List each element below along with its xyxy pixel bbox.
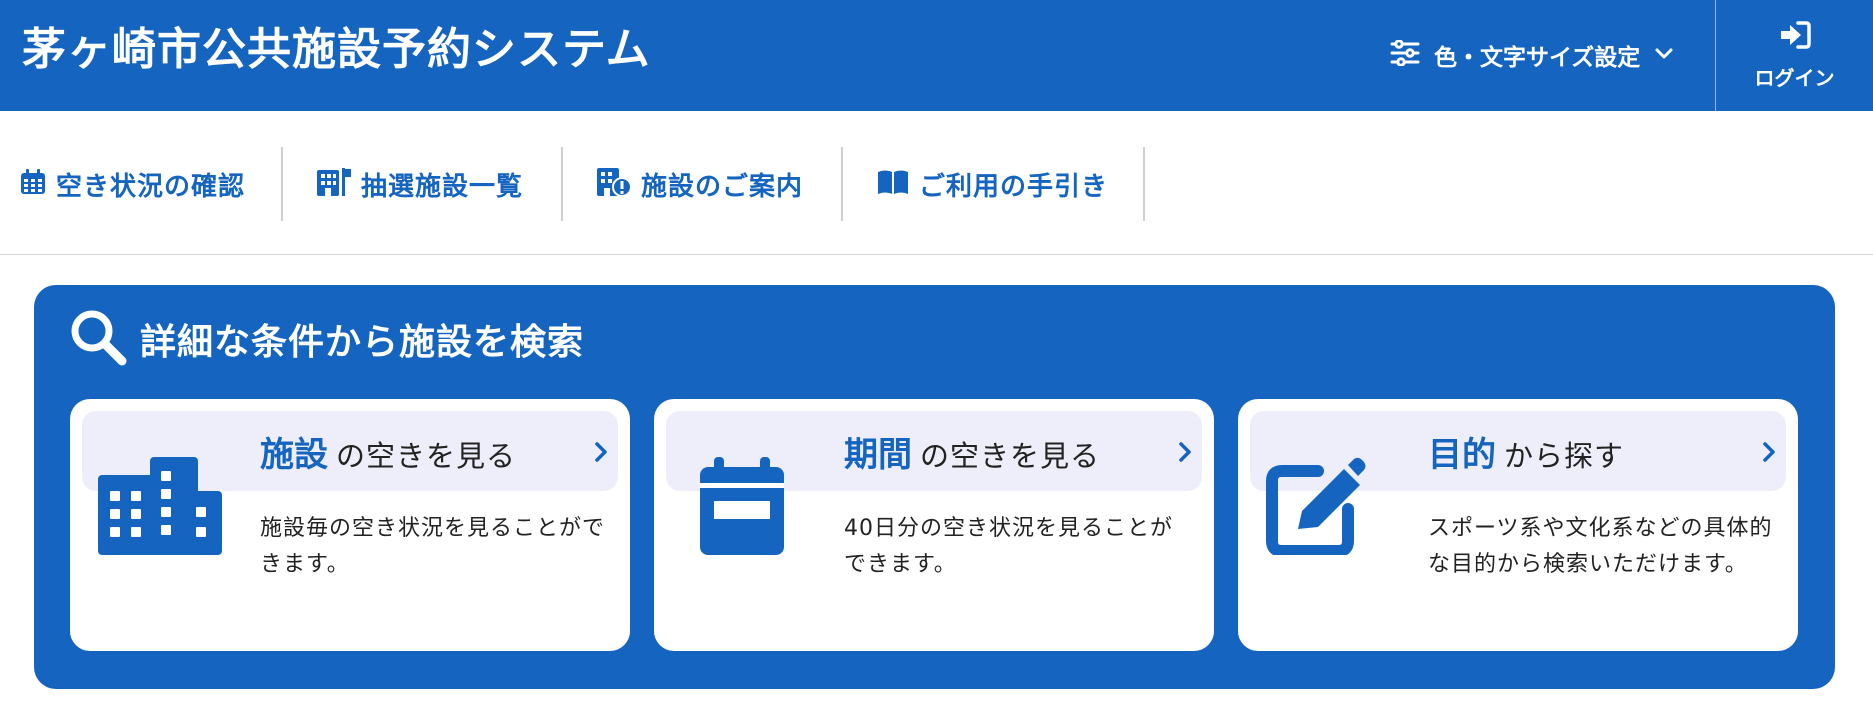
card-title-strong: 期間 (844, 435, 912, 475)
site-title[interactable]: 茅ヶ崎市公共施設予約システム (22, 22, 651, 78)
card-title-strong: 施設 (260, 435, 328, 475)
card-description: 施設毎の空き状況を見ることができます。 (260, 516, 606, 577)
card-description: スポーツ系や文化系などの具体的な目的から検索いただけます。 (1428, 516, 1773, 577)
calendar-icon (20, 169, 46, 199)
site-header: 茅ヶ崎市公共施設予約システム 色・文字サイズ設定 ログイン (0, 0, 1873, 111)
nav-item-facility-guide[interactable]: 施設のご案内 (597, 147, 803, 221)
card-title: 期間 の空きを見る (844, 427, 1100, 476)
card-title: 目的 から探す (1428, 427, 1624, 476)
nav-item-label: ご利用の手引き (919, 171, 1109, 202)
main-nav: 空き状況の確認 抽選施設一覧 施設のご案内 ご利用の手引き (0, 111, 1873, 255)
chevron-right-icon (594, 441, 608, 467)
nav-divider (841, 147, 843, 221)
building-info-icon (597, 168, 632, 200)
building-icon (98, 457, 222, 559)
search-by-period-card[interactable]: 期間 の空きを見る 40日分の空き状況を見ることができます。 (654, 399, 1214, 651)
search-by-facility-card[interactable]: 施設 の空きを見る 施設毎の空き状況を見ることができます。 (70, 399, 630, 651)
nav-divider (1143, 147, 1145, 221)
nav-item-availability[interactable]: 空き状況の確認 (20, 147, 245, 221)
search-icon (68, 307, 128, 371)
display-settings-label: 色・文字サイズ設定 (1434, 45, 1641, 71)
chevron-right-icon (1178, 441, 1192, 467)
nav-divider (281, 147, 283, 221)
search-heading: 詳細な条件から施設を検索 (68, 307, 584, 371)
calendar-icon (700, 457, 784, 559)
card-title: 施設 の空きを見る (260, 427, 516, 476)
card-description: 40日分の空き状況を見ることができます。 (844, 516, 1173, 577)
login-button[interactable]: ログイン (1716, 0, 1873, 111)
search-panel: 詳細な条件から施設を検索 施設 の空きを見る 施設毎の空き状況を見ることができま… (34, 285, 1835, 689)
search-heading-label: 詳細な条件から施設を検索 (140, 322, 585, 363)
card-title-rest: から探す (1504, 439, 1625, 473)
nav-item-label: 空き状況の確認 (56, 171, 246, 202)
card-title-rest: の空きを見る (336, 439, 517, 473)
card-title-strong: 目的 (1428, 435, 1496, 475)
book-icon (877, 169, 909, 199)
nav-item-label: 施設のご案内 (641, 171, 804, 202)
card-title-rest: の空きを見る (920, 439, 1101, 473)
chevron-right-icon (1762, 441, 1776, 467)
login-label: ログイン (1754, 66, 1835, 90)
nav-item-lottery-facilities[interactable]: 抽選施設一覧 (317, 147, 523, 221)
search-by-purpose-card[interactable]: 目的 から探す スポーツ系や文化系などの具体的な目的から検索いただけます。 (1238, 399, 1798, 651)
nav-divider (561, 147, 563, 221)
chevron-down-icon (1654, 46, 1674, 65)
sign-in-icon (1778, 20, 1812, 54)
nav-item-user-guide[interactable]: ご利用の手引き (877, 147, 1108, 221)
nav-item-label: 抽選施設一覧 (361, 171, 524, 202)
edit-icon (1266, 457, 1366, 559)
sliders-icon (1390, 39, 1420, 70)
building-flag-icon (317, 168, 351, 200)
display-settings-button[interactable]: 色・文字サイズ設定 (1390, 30, 1674, 80)
